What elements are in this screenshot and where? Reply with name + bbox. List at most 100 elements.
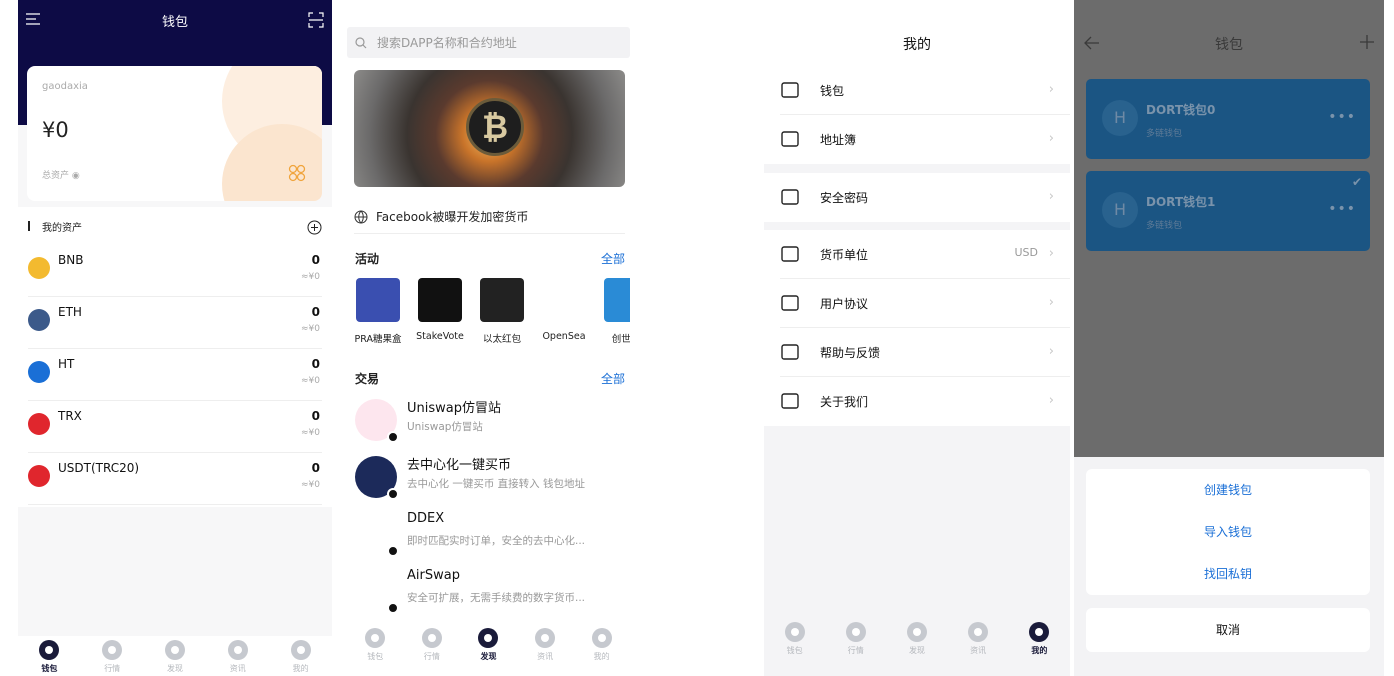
trade-title: AirSwap: [407, 568, 460, 583]
asset-symbol: ETH: [58, 305, 82, 319]
activity-item[interactable]: PRA糖果盒: [354, 278, 402, 345]
tab-3[interactable]: 资讯: [212, 640, 264, 674]
banner-image[interactable]: ₿: [354, 70, 625, 187]
wallet-card[interactable]: gaodaxia ¥0 总资产 ◉: [27, 66, 322, 201]
trade-item[interactable]: DDEX 即时匹配实时订单，安全的去中心化...: [355, 509, 625, 561]
wallet-card[interactable]: H DORT钱包1 多链钱包 ••• ✔: [1086, 171, 1370, 251]
tab-label: 钱包: [367, 652, 384, 661]
asset-row[interactable]: TRX 0 ≈¥0: [28, 401, 322, 453]
add-wallet-icon[interactable]: [1360, 35, 1374, 49]
tab-label: 钱包: [786, 646, 803, 655]
menu-item[interactable]: 货币单位 USD ›: [780, 230, 1070, 279]
tab-icon: [227, 640, 248, 660]
chevron-right-icon: ›: [1048, 393, 1054, 408]
chevron-right-icon: ›: [1048, 295, 1054, 310]
search-input[interactable]: 搜索DAPP名称和合约地址: [347, 27, 630, 58]
tab-label: 资讯: [970, 646, 987, 655]
menu-item[interactable]: 安全密码 ›: [780, 173, 1070, 222]
activity-item[interactable]: 以太红包: [478, 278, 526, 345]
tab-label: 钱包: [41, 664, 58, 673]
asset-fiat: ≈¥0: [301, 428, 320, 438]
asset-row[interactable]: USDT(TRC20) 0 ≈¥0: [28, 453, 322, 505]
tab-label: 资讯: [537, 652, 554, 661]
assets-header: 我的资产: [18, 207, 332, 245]
search-icon: [355, 36, 367, 48]
tab-0[interactable]: 钱包: [769, 622, 821, 656]
scan-icon[interactable]: [308, 12, 324, 28]
asset-row[interactable]: BNB 0 ≈¥0: [28, 245, 322, 297]
activities-all-link[interactable]: 全部: [601, 250, 625, 267]
tab-1[interactable]: 行情: [86, 640, 138, 674]
activity-label: 创世纪: [611, 334, 630, 345]
tab-4[interactable]: 我的: [576, 628, 628, 662]
asset-row[interactable]: HT 0 ≈¥0: [28, 349, 322, 401]
menu-label: 安全密码: [820, 191, 869, 205]
tab-2[interactable]: 发现: [891, 622, 943, 656]
asset-fiat: ≈¥0: [301, 324, 320, 334]
menu-item[interactable]: 帮助与反馈 ›: [780, 328, 1070, 377]
tab-bar: 钱包 行情 发现 资讯 我的: [18, 636, 332, 676]
tab-2[interactable]: 发现: [149, 640, 201, 674]
tab-3[interactable]: 资讯: [952, 622, 1004, 656]
coin-icon: [28, 257, 50, 279]
activity-icon: [418, 278, 462, 322]
cancel-button[interactable]: 取消: [1086, 608, 1370, 652]
search-placeholder: 搜索DAPP名称和合约地址: [377, 36, 517, 50]
tab-icon: [784, 622, 805, 642]
activity-item[interactable]: StakeVote: [416, 278, 464, 345]
bitcoin-icon: ₿: [466, 98, 524, 156]
menu-group: 安全密码 ›: [764, 173, 1070, 222]
wallet-name: DORT钱包1: [1146, 195, 1216, 209]
coin-icon: [28, 361, 50, 383]
tab-icon: [365, 628, 386, 648]
address-book-icon: [780, 129, 802, 151]
menu-item[interactable]: 地址簿 ›: [780, 115, 1070, 164]
action-sheet: 创建钱包 导入钱包 找回私钥 取消: [1074, 457, 1384, 676]
tab-4[interactable]: 我的: [275, 640, 327, 674]
sheet-option[interactable]: 导入钱包: [1086, 511, 1370, 553]
asset-amount: 0: [311, 461, 320, 475]
clover-icon[interactable]: [288, 164, 306, 182]
more-icon[interactable]: •••: [1328, 201, 1356, 217]
tab-icon: [164, 640, 185, 660]
tab-1[interactable]: 行情: [406, 628, 458, 662]
tab-2[interactable]: 发现: [462, 628, 514, 662]
trade-item[interactable]: Uniswap仿冒站 Uniswap仿冒站: [355, 395, 625, 447]
tab-0[interactable]: 钱包: [349, 628, 401, 662]
menu-item[interactable]: 用户协议 ›: [780, 279, 1070, 328]
menu-item[interactable]: 关于我们 ›: [780, 377, 1070, 426]
add-asset-icon[interactable]: [307, 220, 322, 235]
tab-label: 行情: [423, 652, 440, 661]
activity-item[interactable]: 创世纪: [602, 278, 630, 345]
sheet-option[interactable]: 创建钱包: [1086, 469, 1370, 511]
tab-bar: 钱包 行情 发现 资讯 我的: [347, 628, 630, 676]
asset-row[interactable]: ETH 0 ≈¥0: [28, 297, 322, 349]
tab-icon: [1029, 622, 1050, 642]
asset-symbol: TRX: [58, 409, 82, 423]
activity-item[interactable]: OpenSea: [540, 278, 588, 345]
wallet-card[interactable]: H DORT钱包0 多链钱包 •••: [1086, 79, 1370, 159]
tab-0[interactable]: 钱包: [23, 640, 75, 674]
chevron-right-icon: ›: [1048, 344, 1054, 359]
menu-group: 钱包 › 地址簿 ›: [764, 66, 1070, 164]
eye-icon[interactable]: ◉: [72, 171, 80, 181]
sheet-option[interactable]: 找回私钥: [1086, 553, 1370, 595]
news-item[interactable]: Facebook被曝开发加密货币: [354, 200, 625, 234]
trade-item[interactable]: 去中心化一键买币 去中心化 一键买币 直接转入 钱包地址: [355, 452, 625, 504]
tab-label: 发现: [480, 652, 497, 661]
trade-all-link[interactable]: 全部: [601, 370, 625, 387]
tab-4[interactable]: 我的: [1013, 622, 1065, 656]
tab-label: 我的: [1031, 646, 1048, 655]
trade-item[interactable]: AirSwap 安全可扩展，无需手续费的数字货币...: [355, 566, 625, 618]
home-icon: [780, 391, 802, 413]
page-title: 钱包: [1215, 37, 1243, 53]
tab-1[interactable]: 行情: [830, 622, 882, 656]
coin-icon: [28, 465, 50, 487]
tab-3[interactable]: 资讯: [519, 628, 571, 662]
trade-sub: Uniswap仿冒站: [407, 421, 483, 433]
gear-icon: [780, 244, 802, 266]
more-icon[interactable]: •••: [1328, 109, 1356, 125]
menu-label: 货币单位: [820, 248, 869, 262]
asset-symbol: USDT(TRC20): [58, 461, 140, 475]
menu-item[interactable]: 钱包 ›: [780, 66, 1070, 115]
